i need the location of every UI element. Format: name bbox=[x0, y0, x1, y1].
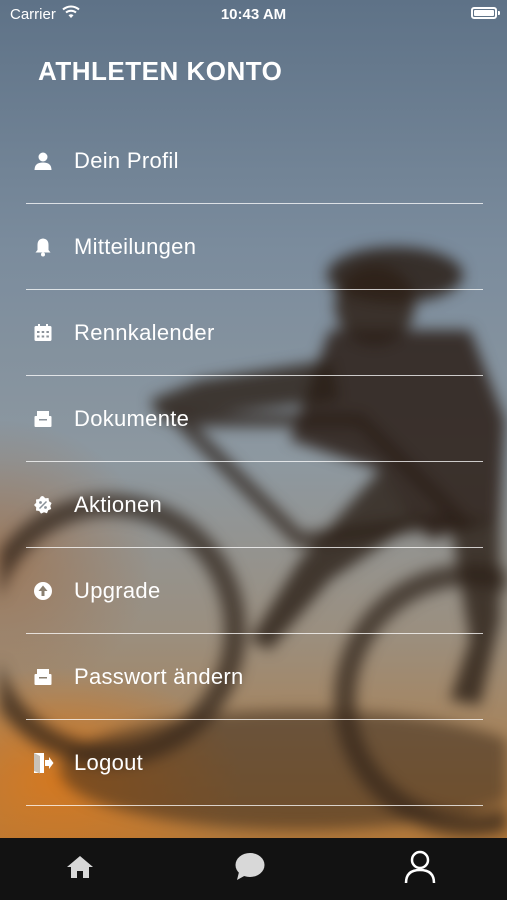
menu-item-race-calendar[interactable]: Rennkalender bbox=[26, 290, 483, 376]
account-menu: Dein Profil Mitteilungen Rennkalender Do… bbox=[26, 118, 483, 806]
chat-icon bbox=[234, 852, 266, 887]
tab-chat[interactable] bbox=[210, 838, 290, 900]
menu-item-label: Dein Profil bbox=[74, 147, 179, 173]
tab-home[interactable] bbox=[40, 838, 120, 900]
badge-icon bbox=[28, 490, 58, 520]
upgrade-icon bbox=[28, 576, 58, 606]
menu-item-label: Aktionen bbox=[74, 491, 163, 517]
menu-item-label: Logout bbox=[74, 749, 144, 775]
menu-item-change-password[interactable]: Passwort ändern bbox=[26, 634, 483, 720]
profile-icon bbox=[404, 850, 436, 889]
home-icon bbox=[66, 854, 94, 885]
page-title: ATHLETEN KONTO bbox=[38, 56, 283, 86]
menu-item-label: Rennkalender bbox=[74, 319, 215, 345]
menu-item-logout[interactable]: Logout bbox=[26, 720, 483, 806]
menu-item-upgrade[interactable]: Upgrade bbox=[26, 548, 483, 634]
logout-icon bbox=[28, 748, 58, 778]
tab-profile[interactable] bbox=[380, 838, 460, 900]
documents-icon bbox=[28, 404, 58, 434]
menu-item-label: Upgrade bbox=[74, 577, 161, 603]
menu-item-label: Passwort ändern bbox=[74, 663, 244, 689]
menu-item-label: Mitteilungen bbox=[74, 233, 197, 259]
person-icon bbox=[28, 146, 58, 176]
calendar-icon bbox=[28, 318, 58, 348]
clock: 10:43 AM bbox=[220, 6, 287, 23]
menu-item-notifications[interactable]: Mitteilungen bbox=[26, 204, 483, 290]
tab-bar bbox=[0, 838, 507, 900]
bell-icon bbox=[28, 232, 58, 262]
menu-item-documents[interactable]: Dokumente bbox=[26, 376, 483, 462]
menu-item-profile[interactable]: Dein Profil bbox=[26, 118, 483, 204]
menu-item-promotions[interactable]: Aktionen bbox=[26, 462, 483, 548]
documents-icon bbox=[28, 662, 58, 692]
menu-item-label: Dokumente bbox=[74, 405, 190, 431]
battery-icon bbox=[471, 7, 500, 19]
status-bar: Carrier 10:43 AM bbox=[0, 0, 507, 30]
